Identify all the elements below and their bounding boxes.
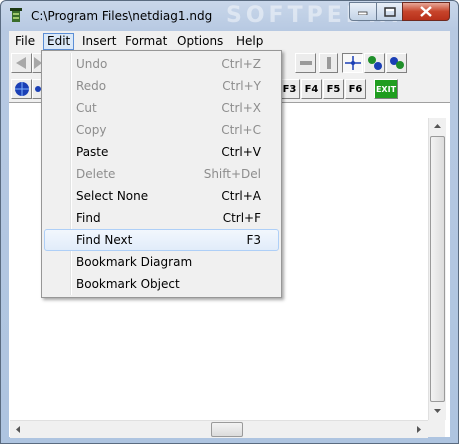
- menu-item-shortcut: Ctrl+X: [221, 101, 261, 115]
- exit-button[interactable]: EXIT: [374, 79, 398, 99]
- f5-button[interactable]: F5: [323, 79, 344, 99]
- menu-item-shortcut: Ctrl+Z: [221, 57, 261, 71]
- close-button[interactable]: [402, 2, 450, 21]
- menu-item-shortcut: Ctrl+V: [221, 145, 261, 159]
- menu-item-label: Undo: [76, 57, 108, 71]
- scroll-right-arrow-icon[interactable]: [410, 421, 427, 438]
- menu-item-shortcut: Ctrl+Y: [222, 79, 261, 93]
- vertical-scroll-thumb[interactable]: [430, 136, 445, 402]
- maximize-button[interactable]: [376, 2, 403, 21]
- menu-item-find[interactable]: Find Ctrl+F: [44, 207, 279, 229]
- size-grip[interactable]: [428, 420, 445, 437]
- menu-file[interactable]: File: [12, 33, 38, 50]
- globe-button[interactable]: [11, 79, 32, 99]
- globe-icon: [14, 82, 29, 96]
- menu-item-label: Paste: [76, 145, 109, 159]
- menu-item-shortcut: F3: [246, 233, 261, 247]
- menu-insert[interactable]: Insert: [79, 33, 119, 50]
- menu-item-paste[interactable]: Paste Ctrl+V: [44, 141, 279, 163]
- scroll-left-arrow-icon[interactable]: [10, 421, 27, 438]
- vertical-scrollbar[interactable]: [428, 118, 446, 420]
- menu-help[interactable]: Help: [233, 33, 266, 50]
- divider-button[interactable]: [319, 53, 338, 73]
- menu-item-label: Find Next: [76, 233, 133, 247]
- horizontal-scrollbar[interactable]: [10, 420, 428, 438]
- menu-item-cut[interactable]: Cut Ctrl+X: [44, 97, 279, 119]
- f3-button[interactable]: F3: [279, 79, 300, 99]
- menu-item-bookmark-object[interactable]: Bookmark Object: [44, 273, 279, 295]
- maximize-icon: [383, 6, 396, 17]
- menu-item-shortcut: Shift+Del: [203, 167, 261, 181]
- minimize-button[interactable]: [349, 2, 377, 21]
- node-link-button[interactable]: [386, 53, 407, 73]
- scroll-up-arrow-icon[interactable]: [429, 118, 446, 135]
- menu-item-label: Bookmark Diagram: [76, 255, 193, 269]
- crosshair-icon: [344, 56, 361, 70]
- title-bar[interactable]: C:\Program Files\netdiag1.ndg SOFTPEDIA: [1, 1, 458, 31]
- menu-item-shortcut: Ctrl+C: [221, 123, 261, 137]
- menu-bar: File Edit Insert Format Options Help: [9, 31, 450, 51]
- menu-item-label: Cut: [76, 101, 97, 115]
- menu-item-label: Bookmark Object: [76, 277, 180, 291]
- menu-item-redo[interactable]: Redo Ctrl+Y: [44, 75, 279, 97]
- menu-item-shortcut: Ctrl+F: [222, 211, 261, 225]
- menu-item-find-next[interactable]: Find Next F3: [44, 229, 279, 251]
- menu-item-copy[interactable]: Copy Ctrl+C: [44, 119, 279, 141]
- app-icon: [10, 8, 22, 22]
- left-arrow-icon: [15, 57, 26, 69]
- menu-item-delete[interactable]: Delete Shift+Del: [44, 163, 279, 185]
- menu-options[interactable]: Options: [174, 33, 226, 50]
- menu-item-label: Delete: [76, 167, 116, 181]
- f4-button[interactable]: F4: [301, 79, 322, 99]
- align-button[interactable]: [295, 53, 316, 73]
- network-nodes-icon: [367, 56, 382, 70]
- divider-icon: [326, 57, 331, 69]
- menu-item-label: Redo: [76, 79, 107, 93]
- align-icon: [299, 61, 312, 65]
- edit-menu-dropdown: Undo Ctrl+Z Redo Ctrl+Y Cut Ctrl+X Copy …: [41, 50, 282, 298]
- app-window: C:\Program Files\netdiag1.ndg SOFTPEDIA …: [0, 0, 459, 444]
- horizontal-scroll-thumb[interactable]: [211, 422, 243, 437]
- menu-format[interactable]: Format: [122, 33, 170, 50]
- window-title: C:\Program Files\netdiag1.ndg: [31, 9, 213, 23]
- network-link-icon: [389, 57, 404, 69]
- menu-item-label: Select None: [76, 189, 149, 203]
- menu-item-shortcut: Ctrl+A: [221, 189, 261, 203]
- f6-button[interactable]: F6: [345, 79, 366, 99]
- menu-item-label: Copy: [76, 123, 107, 137]
- minimize-icon: [358, 11, 368, 15]
- menu-item-label: Find: [76, 211, 101, 225]
- menu-item-undo[interactable]: Undo Ctrl+Z: [44, 53, 279, 75]
- menu-edit[interactable]: Edit: [43, 33, 75, 50]
- back-button[interactable]: [11, 53, 32, 73]
- menu-item-select-none[interactable]: Select None Ctrl+A: [44, 185, 279, 207]
- connect-tool-button[interactable]: [342, 53, 363, 73]
- node-tool-button[interactable]: [364, 53, 385, 73]
- scroll-down-arrow-icon[interactable]: [429, 402, 446, 419]
- close-icon: [420, 6, 432, 17]
- menu-item-bookmark-diagram[interactable]: Bookmark Diagram: [44, 251, 279, 273]
